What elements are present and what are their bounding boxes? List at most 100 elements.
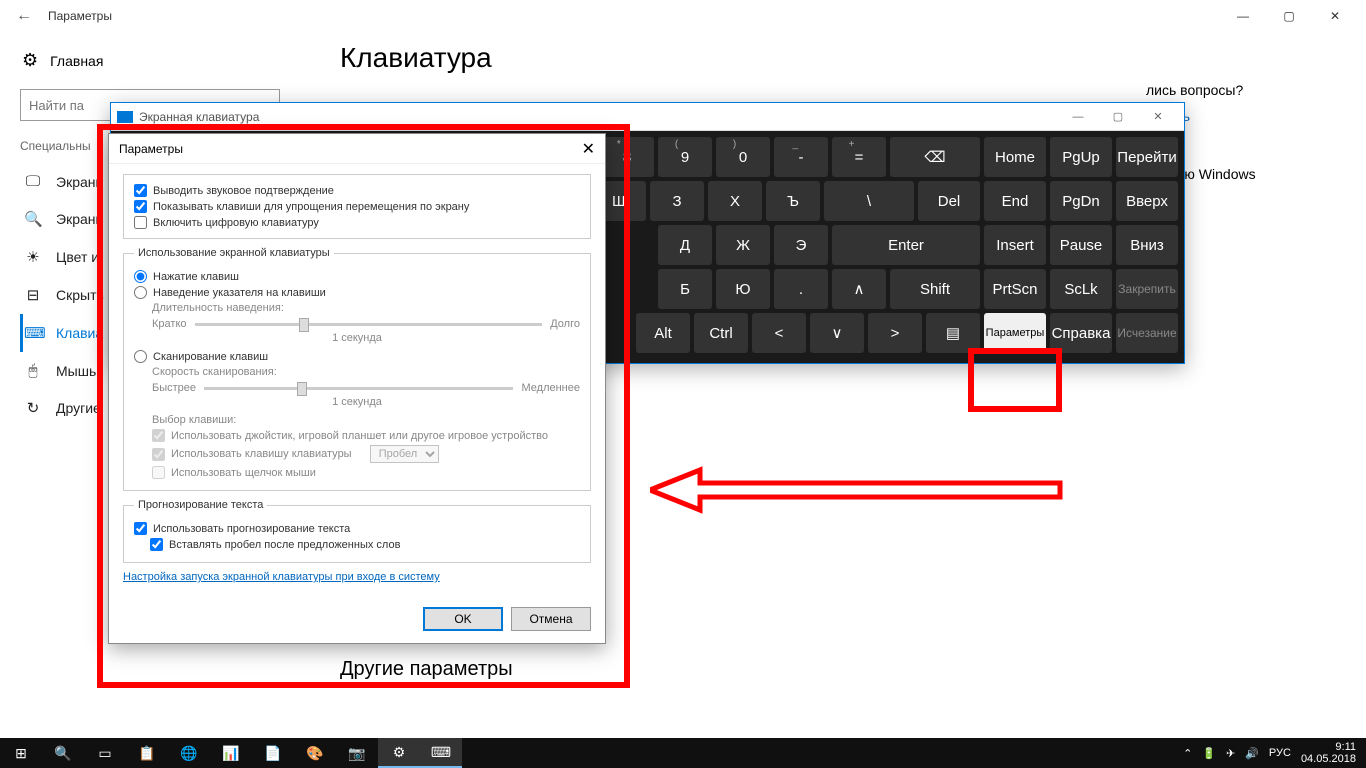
key-b[interactable]: Б [658, 269, 712, 309]
key-down2[interactable]: ∨ [810, 313, 864, 353]
tb-app1[interactable]: 📋 [126, 738, 168, 768]
home-link[interactable]: ⚙ Главная [20, 42, 320, 79]
key-down[interactable]: Вниз [1116, 225, 1178, 265]
tray-volume-icon[interactable]: 🔊 [1245, 747, 1259, 760]
key-nav[interactable]: Перейти [1116, 137, 1178, 177]
key-pgdn[interactable]: PgDn [1050, 181, 1112, 221]
taskview-button[interactable]: ▭ [84, 738, 126, 768]
tb-word[interactable]: 📄 [252, 738, 294, 768]
start-button[interactable]: ⊞ [0, 738, 42, 768]
key-options[interactable]: Параметры [984, 313, 1046, 353]
usage-legend: Использование экранной клавиатуры [134, 247, 334, 259]
ok-button[interactable]: OK [423, 607, 503, 631]
dialog-title: Параметры [119, 142, 183, 156]
tray-flight-icon[interactable]: ✈ [1226, 747, 1235, 760]
key-up[interactable]: Вверх [1116, 181, 1178, 221]
key-dot[interactable]: . [774, 269, 828, 309]
scan-speed-label: Скорость сканирования: [152, 366, 580, 378]
key-hard[interactable]: Ъ [766, 181, 820, 221]
key-backslash[interactable]: \ [824, 181, 914, 221]
key-shift[interactable]: Shift [890, 269, 980, 309]
back-button[interactable]: ← [8, 7, 40, 25]
hover-slider-row: Кратко Долго [152, 318, 580, 330]
key-pause[interactable]: Pause [1050, 225, 1112, 265]
key-kh[interactable]: Х [708, 181, 762, 221]
predict-legend: Прогнозирование текста [134, 499, 267, 511]
key-right[interactable]: > [868, 313, 922, 353]
osk-titlebar[interactable]: Экранная клавиатура — ▢ ✕ [111, 103, 1184, 131]
captions-icon: ⊟ [24, 286, 42, 304]
maximize-button[interactable]: ▢ [1266, 0, 1312, 32]
hover-slider[interactable] [195, 323, 543, 326]
cb-mouseclick: Использовать щелчок мыши [152, 466, 580, 479]
key-0[interactable]: )0 [716, 137, 770, 177]
radio-hover[interactable]: Наведение указателя на клавиши [134, 286, 580, 299]
search-button[interactable]: 🔍 [42, 738, 84, 768]
osk-minimize[interactable]: — [1058, 105, 1098, 129]
cancel-button[interactable]: Отмена [511, 607, 591, 631]
system-tray[interactable]: ⌃ 🔋 ✈ 🔊 РУС 9:11 04.05.2018 [1183, 741, 1366, 765]
tb-osk[interactable]: ⌨ [420, 738, 462, 768]
brightness-icon: ☀ [24, 248, 42, 266]
key-zh[interactable]: Ж [716, 225, 770, 265]
tb-excel[interactable]: 📊 [210, 738, 252, 768]
tray-chevron-icon[interactable]: ⌃ [1183, 747, 1192, 760]
tray-clock[interactable]: 9:11 04.05.2018 [1301, 741, 1356, 765]
page-heading: Клавиатура [340, 42, 1146, 74]
tray-lang[interactable]: РУС [1269, 747, 1291, 759]
key-left[interactable]: < [752, 313, 806, 353]
key-home[interactable]: Home [984, 137, 1046, 177]
minimize-button[interactable]: — [1220, 0, 1266, 32]
key-fade[interactable]: Исчезание [1116, 313, 1178, 353]
tb-chrome[interactable]: 🌐 [168, 738, 210, 768]
hover-duration-label: Длительность наведения: [152, 302, 580, 314]
key-alt[interactable]: Alt [636, 313, 690, 353]
key-prtscn[interactable]: PrtScn [984, 269, 1046, 309]
cb-numpad[interactable]: Включить цифровую клавиатуру [134, 216, 580, 229]
cb-showkeys[interactable]: Показывать клавиши для упрощения перемещ… [134, 200, 580, 213]
key-end[interactable]: End [984, 181, 1046, 221]
tb-settings[interactable]: ⚙ [378, 738, 420, 768]
key-yu[interactable]: Ю [716, 269, 770, 309]
cb-predict[interactable]: Использовать прогнозирование текста [134, 522, 580, 535]
key-backspace[interactable]: ⌫ [890, 137, 980, 177]
tb-app2[interactable]: 📷 [336, 738, 378, 768]
key-select-label: Выбор клавиши: [152, 414, 580, 426]
settings-title: Параметры [48, 9, 112, 23]
key-pgup[interactable]: PgUp [1050, 137, 1112, 177]
scan-time: 1 секунда [134, 396, 580, 408]
key-z[interactable]: З [650, 181, 704, 221]
osk-close[interactable]: ✕ [1138, 105, 1178, 129]
cb-sound[interactable]: Выводить звуковое подтверждение [134, 184, 580, 197]
key-8[interactable]: *8 [600, 137, 654, 177]
key-help[interactable]: Справка [1050, 313, 1112, 353]
dialog-close-icon[interactable]: ✕ [582, 139, 595, 159]
key-insert[interactable]: Insert [984, 225, 1046, 265]
cb-usekey: Использовать клавишу клавиатуры Пробел [152, 445, 580, 463]
key-equals[interactable]: += [832, 137, 886, 177]
predict-fieldset: Прогнозирование текста Использовать прог… [123, 499, 591, 563]
key-ctrl[interactable]: Ctrl [694, 313, 748, 353]
key-arrow-up[interactable]: ∧ [832, 269, 886, 309]
key-menu[interactable]: ▤ [926, 313, 980, 353]
key-enter[interactable]: Enter [832, 225, 980, 265]
cb-space[interactable]: Вставлять пробел после предложенных слов [150, 538, 580, 551]
key-sclk[interactable]: ScLk [1050, 269, 1112, 309]
scan-slider[interactable] [204, 387, 513, 390]
startup-link[interactable]: Настройка запуска экранной клавиатуры пр… [123, 571, 591, 583]
osk-maximize[interactable]: ▢ [1098, 105, 1138, 129]
tray-battery-icon[interactable]: 🔋 [1202, 747, 1216, 760]
cb-joystick: Использовать джойстик, игровой планшет и… [152, 429, 580, 442]
tb-paint[interactable]: 🎨 [294, 738, 336, 768]
radio-click[interactable]: Нажатие клавиш [134, 270, 580, 283]
close-button[interactable]: ✕ [1312, 0, 1358, 32]
key-del[interactable]: Del [918, 181, 980, 221]
key-9[interactable]: (9 [658, 137, 712, 177]
key-pin[interactable]: Закрепить [1116, 269, 1178, 309]
key-e[interactable]: Э [774, 225, 828, 265]
key-d[interactable]: Д [658, 225, 712, 265]
key-minus[interactable]: _- [774, 137, 828, 177]
radio-scan[interactable]: Сканирование клавиш [134, 350, 580, 363]
dialog-titlebar[interactable]: Параметры ✕ [109, 134, 605, 164]
refresh-icon: ↻ [24, 399, 42, 417]
